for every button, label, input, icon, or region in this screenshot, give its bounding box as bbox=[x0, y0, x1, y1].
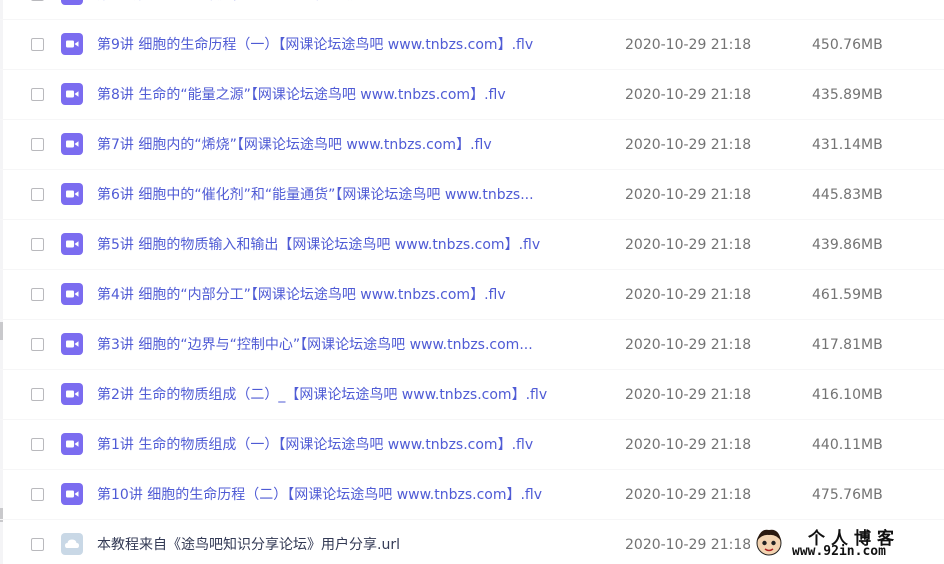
row-checkbox[interactable] bbox=[31, 138, 44, 151]
blog-watermark: 个人博客 www.92in.com bbox=[750, 522, 944, 564]
row-checkbox[interactable] bbox=[31, 538, 44, 551]
file-size: 417.81MB bbox=[812, 337, 883, 353]
file-size: 440.11MB bbox=[812, 437, 883, 453]
file-name[interactable]: 第3讲 细胞的“边界与“控制中心”【网课论坛途鸟吧 www.tnbzs.com.… bbox=[97, 335, 602, 355]
video-file-icon bbox=[61, 133, 83, 155]
link-file-icon bbox=[61, 533, 83, 555]
video-file-icon bbox=[61, 183, 83, 205]
file-date: 2020-10-29 21:18 bbox=[625, 37, 752, 53]
file-name[interactable]: 第4讲 细胞的“内部分工”【网课论坛途鸟吧 www.tnbzs.com】.flv bbox=[97, 285, 602, 305]
file-size: 475.76MB bbox=[812, 0, 883, 5]
file-name[interactable]: 第10讲 细胞的生命历程（二）【网课论坛途鸟吧 www.tnbzs.com】.f… bbox=[97, 0, 602, 5]
video-file-icon bbox=[61, 33, 83, 55]
video-file-icon bbox=[61, 333, 83, 355]
cartoon-face-icon bbox=[756, 529, 782, 556]
file-date: 2020-10-29 21:18 bbox=[625, 437, 752, 453]
video-file-icon bbox=[61, 233, 83, 255]
file-list-page: 第10讲 细胞的生命历程（二）【网课论坛途鸟吧 www.tnbzs.com】.f… bbox=[0, 0, 944, 564]
file-size: 450.76MB bbox=[812, 37, 883, 53]
file-date: 2020-10-29 21:18 bbox=[625, 237, 752, 253]
file-list: 第10讲 细胞的生命历程（二）【网课论坛途鸟吧 www.tnbzs.com】.f… bbox=[0, 0, 944, 564]
file-size: 416.10MB bbox=[812, 387, 883, 403]
watermark-url: www.92in.com bbox=[792, 544, 886, 559]
file-size: 431.14MB bbox=[812, 137, 883, 153]
row-checkbox[interactable] bbox=[31, 438, 44, 451]
file-date: 2020-10-29 21:18 bbox=[625, 337, 752, 353]
row-checkbox[interactable] bbox=[31, 238, 44, 251]
file-date: 2020-10-29 21:18 bbox=[625, 187, 752, 203]
video-file-icon bbox=[61, 0, 83, 5]
file-date: 2020-10-29 21:18 bbox=[625, 287, 752, 303]
file-date: 2020-10-29 21:18 bbox=[625, 487, 752, 503]
file-date: 2020-10-29 21:18 bbox=[625, 87, 752, 103]
file-name[interactable]: 第9讲 细胞的生命历程（一）【网课论坛途鸟吧 www.tnbzs.com】.fl… bbox=[97, 35, 602, 55]
file-date: 2020-10-29 21:18 bbox=[625, 387, 752, 403]
row-checkbox[interactable] bbox=[31, 0, 44, 1]
row-checkbox[interactable] bbox=[31, 388, 44, 401]
file-name[interactable]: 第2讲 生命的物质组成（二）_【网课论坛途鸟吧 www.tnbzs.com】.f… bbox=[97, 385, 602, 405]
file-size: 439.86MB bbox=[812, 237, 883, 253]
file-size: 475.76MB bbox=[812, 487, 883, 503]
file-row[interactable]: 第10讲 细胞的生命历程（二）【网课论坛途鸟吧 www.tnbzs.com】.f… bbox=[0, 470, 944, 520]
file-size: 445.83MB bbox=[812, 187, 883, 203]
video-file-icon bbox=[61, 383, 83, 405]
file-row[interactable]: 第5讲 细胞的物质输入和输出【网课论坛途鸟吧 www.tnbzs.com】.fl… bbox=[0, 220, 944, 270]
file-name[interactable]: 第5讲 细胞的物质输入和输出【网课论坛途鸟吧 www.tnbzs.com】.fl… bbox=[97, 235, 602, 255]
file-row[interactable]: 第2讲 生命的物质组成（二）_【网课论坛途鸟吧 www.tnbzs.com】.f… bbox=[0, 370, 944, 420]
file-name[interactable]: 第6讲 细胞中的“催化剂”和“能量通货”【网课论坛途鸟吧 www.tnbzs..… bbox=[97, 185, 602, 205]
file-row[interactable]: 第8讲 生命的“能量之源”【网课论坛途鸟吧 www.tnbzs.com】.flv… bbox=[0, 70, 944, 120]
file-size: 435.89MB bbox=[812, 87, 883, 103]
file-row[interactable]: 第6讲 细胞中的“催化剂”和“能量通货”【网课论坛途鸟吧 www.tnbzs..… bbox=[0, 170, 944, 220]
file-date: 2020-10-29 21:18 bbox=[625, 537, 752, 553]
file-row[interactable]: 第4讲 细胞的“内部分工”【网课论坛途鸟吧 www.tnbzs.com】.flv… bbox=[0, 270, 944, 320]
file-name[interactable]: 第10讲 细胞的生命历程（二）【网课论坛途鸟吧 www.tnbzs.com】.f… bbox=[97, 485, 602, 505]
file-date: 2020-10-29 21:18 bbox=[625, 137, 752, 153]
file-row[interactable]: 第1讲 生命的物质组成（一）【网课论坛途鸟吧 www.tnbzs.com】.fl… bbox=[0, 420, 944, 470]
file-size: 461.59MB bbox=[812, 287, 883, 303]
file-name[interactable]: 第1讲 生命的物质组成（一）【网课论坛途鸟吧 www.tnbzs.com】.fl… bbox=[97, 435, 602, 455]
video-file-icon bbox=[61, 283, 83, 305]
file-row[interactable]: 第10讲 细胞的生命历程（二）【网课论坛途鸟吧 www.tnbzs.com】.f… bbox=[0, 0, 944, 20]
row-checkbox[interactable] bbox=[31, 288, 44, 301]
row-checkbox[interactable] bbox=[31, 88, 44, 101]
file-name[interactable]: 第8讲 生命的“能量之源”【网课论坛途鸟吧 www.tnbzs.com】.flv bbox=[97, 85, 602, 105]
video-file-icon bbox=[61, 83, 83, 105]
file-row[interactable]: 第9讲 细胞的生命历程（一）【网课论坛途鸟吧 www.tnbzs.com】.fl… bbox=[0, 20, 944, 70]
video-file-icon bbox=[61, 483, 83, 505]
row-checkbox[interactable] bbox=[31, 338, 44, 351]
file-row[interactable]: 第7讲 细胞内的“烯烧”【网课论坛途鸟吧 www.tnbzs.com】.flv 2… bbox=[0, 120, 944, 170]
row-checkbox[interactable] bbox=[31, 188, 44, 201]
file-name[interactable]: 第7讲 细胞内的“烯烧”【网课论坛途鸟吧 www.tnbzs.com】.flv bbox=[97, 135, 602, 155]
file-row[interactable]: 第3讲 细胞的“边界与“控制中心”【网课论坛途鸟吧 www.tnbzs.com.… bbox=[0, 320, 944, 370]
row-checkbox[interactable] bbox=[31, 38, 44, 51]
video-file-icon bbox=[61, 433, 83, 455]
file-name[interactable]: 本教程来自《途鸟吧知识分享论坛》用户分享.url bbox=[97, 535, 602, 555]
row-checkbox[interactable] bbox=[31, 488, 44, 501]
file-date: 2020-10-29 21:18 bbox=[625, 0, 751, 5]
